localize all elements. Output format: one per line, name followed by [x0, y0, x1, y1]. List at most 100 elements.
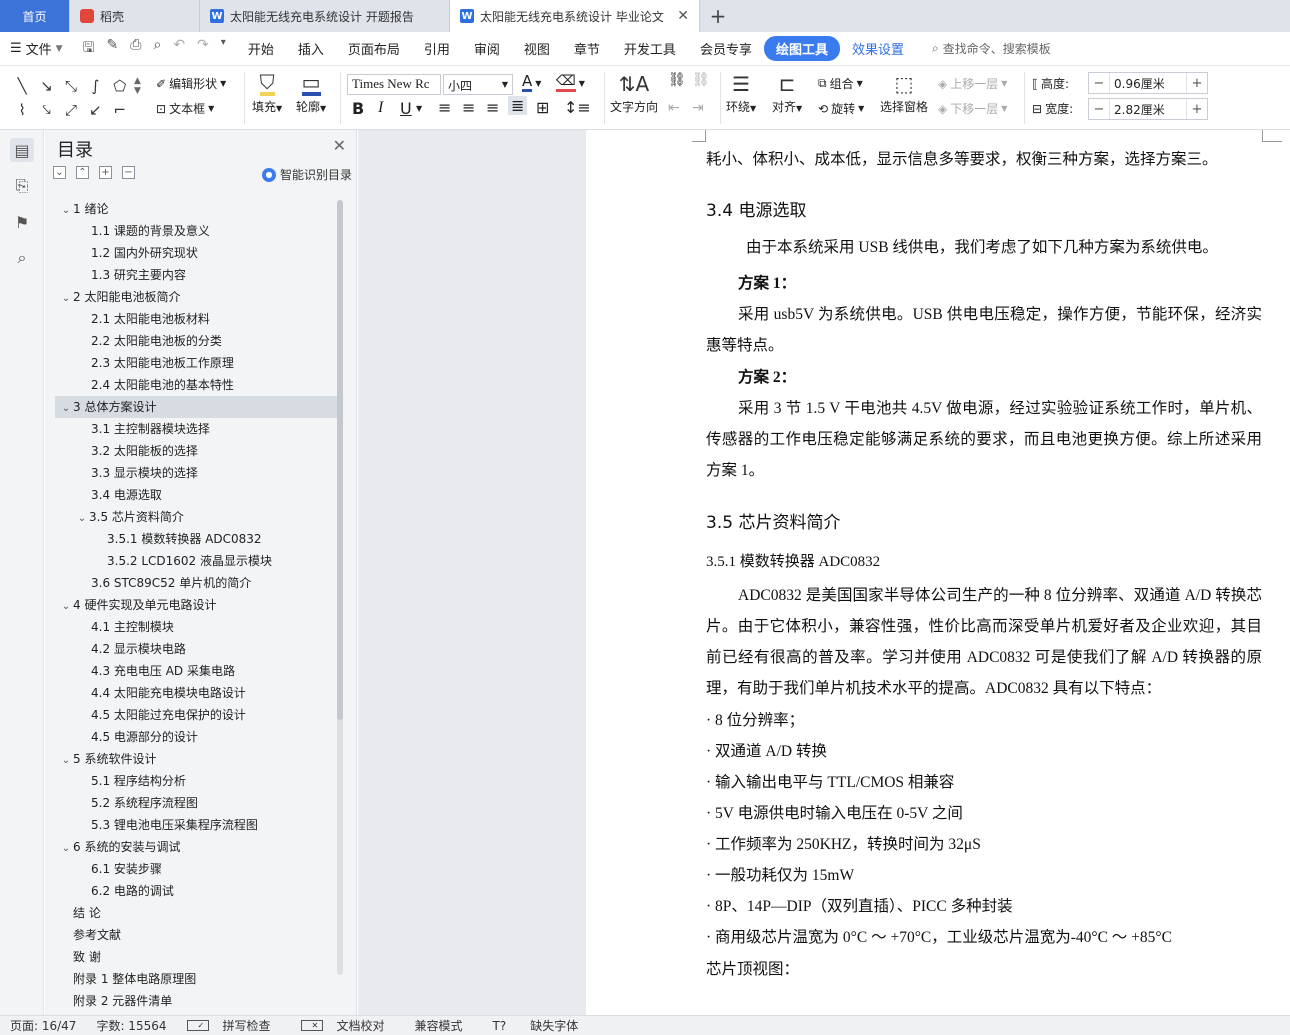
tab-thesis[interactable]: W 太阳能无线充电系统设计 毕业论文 ✕ — [450, 0, 700, 32]
width-spinner[interactable]: − 2.82厘米 + — [1088, 98, 1208, 120]
toc-item[interactable]: 5.3 锂电池电压采集程序流程图 — [55, 814, 337, 836]
missing-font-button[interactable]: T? 缺失字体 — [473, 1017, 599, 1034]
command-search[interactable]: ⌕ 查找命令、搜索模板 — [932, 40, 1051, 57]
align-center-icon[interactable]: ≡ — [462, 98, 475, 117]
prev-textbox-icon[interactable]: ⇤ — [668, 100, 680, 116]
highlight-button[interactable]: ⌫ ▼ — [556, 74, 585, 92]
toc-item[interactable]: 4.5 电源部分的设计 — [55, 726, 337, 748]
chevron-down-icon[interactable]: ⌄ — [75, 508, 89, 530]
toc-item[interactable]: 致 谢 — [55, 946, 337, 968]
menu-tab-4[interactable]: 审阅 — [462, 39, 512, 58]
unlink-textbox-icon[interactable]: ⛓ — [692, 72, 710, 88]
menu-tab-drawing-tools[interactable]: 绘图工具 — [763, 36, 840, 61]
menu-tab-1[interactable]: 插入 — [286, 39, 336, 58]
close-tab-icon[interactable]: ✕ — [677, 8, 689, 24]
toc-item[interactable]: 2.1 太阳能电池板材料 — [55, 308, 337, 330]
font-size-select[interactable]: 小四 ▼ — [443, 74, 513, 95]
height-spinner[interactable]: − 0.96厘米 + — [1088, 72, 1208, 94]
curved-arrow-icon[interactable]: ↙ — [89, 101, 102, 119]
toc-item[interactable]: ⌄ 6 系统的安装与调试 — [55, 836, 337, 858]
height-increase-button[interactable]: + — [1187, 76, 1207, 91]
toc-item[interactable]: 1.2 国内外研究现状 — [55, 242, 337, 264]
menu-tab-7[interactable]: 开发工具 — [612, 39, 688, 58]
toc-item[interactable]: 3.1 主控制器模块选择 — [55, 418, 337, 440]
collapse-icon[interactable]: ⌄ — [53, 166, 66, 179]
line-shape-icon[interactable]: ╲ — [18, 77, 27, 95]
proofread-toggle[interactable]: ✕ 文档校对 — [291, 1017, 405, 1034]
send-backward-button[interactable]: ◈ 下移一层 ▼ — [938, 100, 1007, 117]
font-name-select[interactable]: Times New Rc — [347, 74, 441, 95]
width-value[interactable]: 2.82厘米 — [1109, 99, 1187, 119]
chapter-nav-icon[interactable]: ⎘ — [10, 174, 34, 198]
elbow-connector-icon[interactable]: ⌇ — [19, 101, 26, 119]
menu-tab-6[interactable]: 章节 — [562, 39, 612, 58]
toc-item[interactable]: 6.2 电路的调试 — [55, 880, 337, 902]
toc-item[interactable]: 附录 2 元器件清单 — [55, 990, 337, 1012]
toc-item[interactable]: ⌄ 1 绪论 — [55, 198, 337, 220]
height-decrease-button[interactable]: − — [1089, 76, 1109, 91]
align-left-icon[interactable]: ≡ — [438, 98, 451, 117]
toc-item[interactable]: 4.3 充电电压 AD 采集电路 — [55, 660, 337, 682]
toc-item[interactable]: ⌄ 5 系统软件设计 — [55, 748, 337, 770]
group-button[interactable]: ⧉ 组合 ▼ — [818, 75, 863, 92]
fill-button[interactable]: ⛉ 填充▼ — [252, 72, 282, 115]
menu-tab-5[interactable]: 视图 — [512, 39, 562, 58]
italic-icon[interactable]: I — [378, 99, 383, 117]
toc-item[interactable]: 6.1 安装步骤 — [55, 858, 337, 880]
toc-scrollbar[interactable] — [337, 200, 343, 975]
double-arrow-shape-icon[interactable]: ⤡ — [65, 77, 77, 95]
arrow-connector-icon[interactable]: ⤥ — [42, 101, 50, 119]
chevron-down-icon[interactable]: ⌄ — [59, 200, 73, 222]
toc-item[interactable]: 4.4 太阳能充电模块电路设计 — [55, 682, 337, 704]
toc-item[interactable]: 4.5 太阳能过充电保护的设计 — [55, 704, 337, 726]
toc-item[interactable]: 附录 1 整体电路原理图 — [55, 968, 337, 990]
print-preview-icon[interactable]: ⌕ — [153, 37, 161, 61]
format-painter-icon[interactable]: ✎ — [107, 37, 119, 61]
width-increase-button[interactable]: + — [1187, 102, 1207, 117]
chevron-down-icon[interactable]: ▼ — [416, 104, 422, 113]
freeform-shape-icon[interactable]: ⬠ — [113, 77, 126, 95]
remove-heading-icon[interactable]: − — [122, 166, 135, 179]
curve-shape-icon[interactable]: ∫ — [91, 77, 99, 95]
tab-docer[interactable]: 稻壳 — [70, 0, 200, 32]
close-icon[interactable]: ✕ — [333, 136, 346, 155]
menu-tab-effects[interactable]: 效果设置 — [840, 39, 916, 58]
toc-item[interactable]: 5.1 程序结构分析 — [55, 770, 337, 792]
menu-tab-3[interactable]: 引用 — [412, 39, 462, 58]
shape-gallery-scroll-icon[interactable]: ▲ ▼ — [134, 76, 141, 96]
next-textbox-icon[interactable]: ⇥ — [692, 100, 704, 116]
expand-icon[interactable]: ⌃ — [76, 166, 89, 179]
toc-item[interactable]: 3.4 电源选取 — [55, 484, 337, 506]
document-page[interactable]: 耗小、体积小、成本低，显示信息多等要求，权衡三种方案，选择方案三。 3.4 电源… — [586, 130, 1290, 1015]
tab-proposal[interactable]: W 太阳能无线充电系统设计 开题报告 — [200, 0, 450, 32]
bring-forward-button[interactable]: ◈ 上移一层 ▼ — [938, 75, 1007, 92]
shape-gallery[interactable]: ╲ ↘ ⤡ ∫ ⬠ ⌇ ⤥ ⤢ ↙ ⌐ — [10, 74, 132, 122]
toc-item[interactable]: 1.3 研究主要内容 — [55, 264, 337, 286]
edit-shape-button[interactable]: ✐ 编辑形状 ▼ — [156, 75, 226, 92]
selection-pane-button[interactable]: ⬚ 选择窗格 — [880, 72, 928, 115]
add-heading-icon[interactable]: + — [99, 166, 112, 179]
save-icon[interactable]: 🖫 — [83, 37, 95, 61]
search-icon[interactable]: ⌕ — [10, 246, 34, 270]
arrow-shape-icon[interactable]: ↘ — [40, 77, 53, 95]
spell-check-toggle[interactable]: ✓ 拼写检查 — [177, 1017, 291, 1034]
toc-item[interactable]: 2.2 太阳能电池板的分类 — [55, 330, 337, 352]
toc-item[interactable]: ⌄ 2 太阳能电池板简介 — [55, 286, 337, 308]
width-decrease-button[interactable]: − — [1089, 102, 1109, 117]
text-direction-button[interactable]: ⇅A 文字方向 — [610, 72, 658, 115]
align-button[interactable]: ⊏ 对齐▼ — [772, 72, 802, 115]
toc-item[interactable]: ⌄ 3.5 芯片资料简介 — [55, 506, 337, 528]
outline-button[interactable]: ▭ 轮廓▼ — [296, 72, 326, 115]
toc-item[interactable]: 4.1 主控制模块 — [55, 616, 337, 638]
toc-item[interactable]: 3.5.2 LCD1602 液晶显示模块 — [55, 550, 337, 572]
toc-item[interactable]: 1.1 课题的背景及意义 — [55, 220, 337, 242]
link-textbox-icon[interactable]: ⛓ — [668, 72, 686, 88]
toc-panel-icon[interactable]: ▤ — [10, 138, 34, 162]
new-tab-button[interactable]: + — [700, 0, 736, 32]
chevron-down-icon[interactable]: ⌄ — [59, 398, 73, 420]
toc-item[interactable]: 2.3 太阳能电池板工作原理 — [55, 352, 337, 374]
document-area[interactable]: 耗小、体积小、成本低，显示信息多等要求，权衡三种方案，选择方案三。 3.4 电源… — [358, 130, 1290, 1015]
toc-item[interactable]: 参考文献 — [55, 924, 337, 946]
menu-tab-2[interactable]: 页面布局 — [336, 39, 412, 58]
undo-icon[interactable]: ↶ — [173, 37, 185, 61]
